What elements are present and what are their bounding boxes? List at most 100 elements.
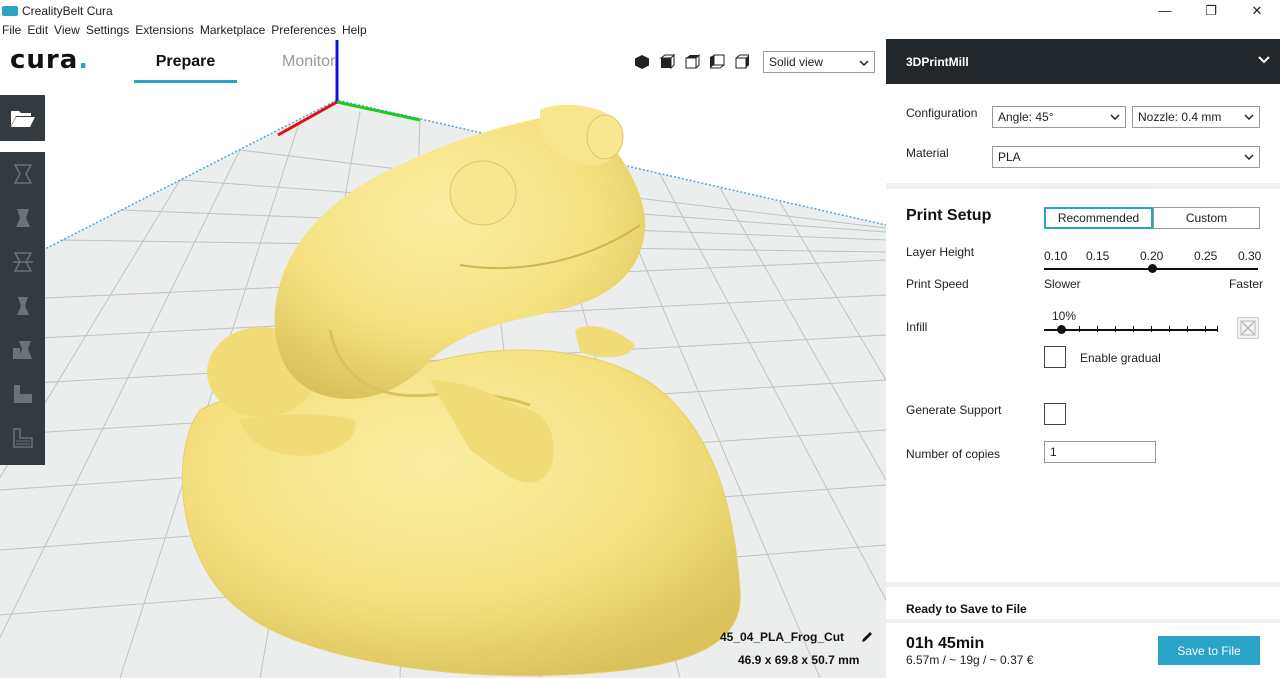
layer-height-option[interactable]: 0.20 (1140, 249, 1163, 263)
layer-height-handle[interactable] (1148, 264, 1157, 273)
view-mode-value: Solid view (769, 55, 824, 69)
menu-extensions[interactable]: Extensions (132, 23, 197, 37)
model-dimensions: 46.9 x 69.8 x 50.7 mm (738, 653, 860, 667)
app-icon (2, 5, 18, 16)
menu-edit[interactable]: Edit (24, 23, 51, 37)
copies-input[interactable]: 1 (1044, 441, 1156, 463)
custom-mode-button[interactable]: Custom (1153, 207, 1260, 229)
menu-help[interactable]: Help (339, 23, 370, 37)
chevron-down-icon (1244, 114, 1254, 120)
enable-gradual-checkbox[interactable] (1044, 346, 1066, 368)
close-button[interactable]: ✕ (1234, 0, 1280, 21)
chevron-down-icon (859, 55, 869, 69)
nozzle-value: Nozzle: 0.4 mm (1138, 110, 1222, 124)
speed-slower-label: Slower (1044, 277, 1081, 291)
printer-name: 3DPrintMill (906, 54, 969, 69)
infill-pattern-icon (1237, 317, 1259, 339)
infill-handle[interactable] (1057, 325, 1066, 334)
menu-file[interactable]: File (0, 23, 24, 37)
folder-open-icon (10, 111, 35, 127)
restore-button[interactable]: ❐ (1188, 0, 1234, 21)
move-icon (13, 164, 32, 184)
material-select[interactable]: PLA (992, 146, 1260, 168)
status-text: Ready to Save to File (906, 602, 1027, 616)
view-mode-select[interactable]: Solid view (763, 51, 875, 73)
infill-tick (1079, 326, 1080, 332)
cura-logo: cura. (10, 45, 89, 75)
menu-bar: File Edit View Settings Extensions Marke… (0, 21, 1280, 39)
save-to-file-button[interactable]: Save to File (1158, 636, 1260, 665)
build-plate-scene (0, 40, 886, 678)
material-value: PLA (998, 150, 1021, 164)
layer-view-button[interactable] (0, 416, 45, 460)
copies-label: Number of copies (906, 447, 1001, 461)
move-tool-button[interactable] (0, 152, 45, 196)
print-time: 01h 45min (906, 635, 985, 652)
layer-view-icon (12, 428, 33, 448)
layer-height-option[interactable]: 0.15 (1086, 249, 1109, 263)
edit-name-icon[interactable] (860, 630, 874, 647)
chevron-down-icon (1244, 154, 1254, 160)
model-name: 45_04_PLA_Frog_Cut (720, 630, 845, 644)
angle-select[interactable]: Angle: 45° (992, 106, 1126, 128)
open-file-button[interactable] (0, 95, 45, 141)
print-settings-panel: 3DPrintMill Configuration Angle: 45° Noz… (886, 39, 1280, 678)
menu-marketplace[interactable]: Marketplace (197, 23, 268, 37)
nozzle-select[interactable]: Nozzle: 0.4 mm (1132, 106, 1260, 128)
scale-icon (15, 209, 30, 227)
view-front-icon[interactable] (659, 53, 676, 70)
infill-tick (1151, 326, 1152, 332)
print-speed-label: Print Speed (906, 277, 969, 291)
infill-tick (1205, 326, 1206, 332)
per-model-settings-icon (12, 341, 32, 359)
support-blocker-button[interactable] (0, 372, 45, 416)
layer-height-label: Layer Height (906, 245, 975, 259)
window-title: CrealityBelt Cura (22, 3, 113, 18)
window-titlebar: CrealityBelt Cura — ❐ ✕ (0, 0, 1280, 21)
menu-settings[interactable]: Settings (83, 23, 132, 37)
mirror-icon (16, 297, 29, 315)
print-estimate-detail: 6.57m / ~ 19g / ~ 0.37 € (906, 653, 1034, 667)
tab-prepare[interactable]: Prepare (134, 53, 237, 83)
view-right-icon[interactable] (734, 54, 750, 70)
minimize-button[interactable]: — (1142, 0, 1188, 21)
infill-tick (1097, 326, 1098, 332)
per-model-settings-button[interactable] (0, 328, 45, 372)
view-top-icon[interactable] (684, 53, 700, 70)
footer-divider (886, 582, 1280, 587)
tab-monitor[interactable]: Monitor (282, 53, 335, 83)
enable-gradual-label: Enable gradual (1080, 351, 1161, 365)
rotate-tool-button[interactable] (0, 240, 45, 284)
infill-tick (1133, 326, 1134, 332)
layer-height-option[interactable]: 0.25 (1194, 249, 1217, 263)
build-plate-viewport[interactable] (0, 39, 886, 678)
mirror-tool-button[interactable] (0, 284, 45, 328)
support-blocker-icon (13, 385, 32, 403)
infill-tick (1187, 326, 1188, 332)
chevron-down-icon (1258, 53, 1270, 67)
chevron-down-icon (1110, 114, 1120, 120)
menu-view[interactable]: View (51, 23, 83, 37)
scale-tool-button[interactable] (0, 196, 45, 240)
menu-preferences[interactable]: Preferences (268, 23, 339, 37)
angle-value: Angle: 45° (998, 110, 1054, 124)
view-3d-icon[interactable] (634, 54, 650, 70)
infill-tick (1115, 326, 1116, 332)
layer-height-option[interactable]: 0.10 (1044, 249, 1067, 263)
generate-support-checkbox[interactable] (1044, 403, 1066, 425)
printer-selector[interactable]: 3DPrintMill (886, 39, 1280, 84)
tool-sidebar (0, 152, 45, 465)
camera-view-buttons (634, 53, 750, 70)
infill-tick (1217, 326, 1218, 332)
print-setup-title: Print Setup (906, 207, 992, 224)
logo-dot: . (78, 45, 90, 75)
logo-text: cura (10, 45, 79, 75)
window-controls: — ❐ ✕ (1142, 0, 1280, 21)
view-left-icon[interactable] (709, 54, 725, 70)
infill-slider[interactable] (1044, 329, 1218, 331)
infill-tick (1169, 326, 1170, 332)
section-divider (886, 183, 1280, 189)
recommended-mode-button[interactable]: Recommended (1044, 207, 1153, 229)
layer-height-option[interactable]: 0.30 (1238, 249, 1261, 263)
infill-value: 10% (1052, 309, 1077, 323)
